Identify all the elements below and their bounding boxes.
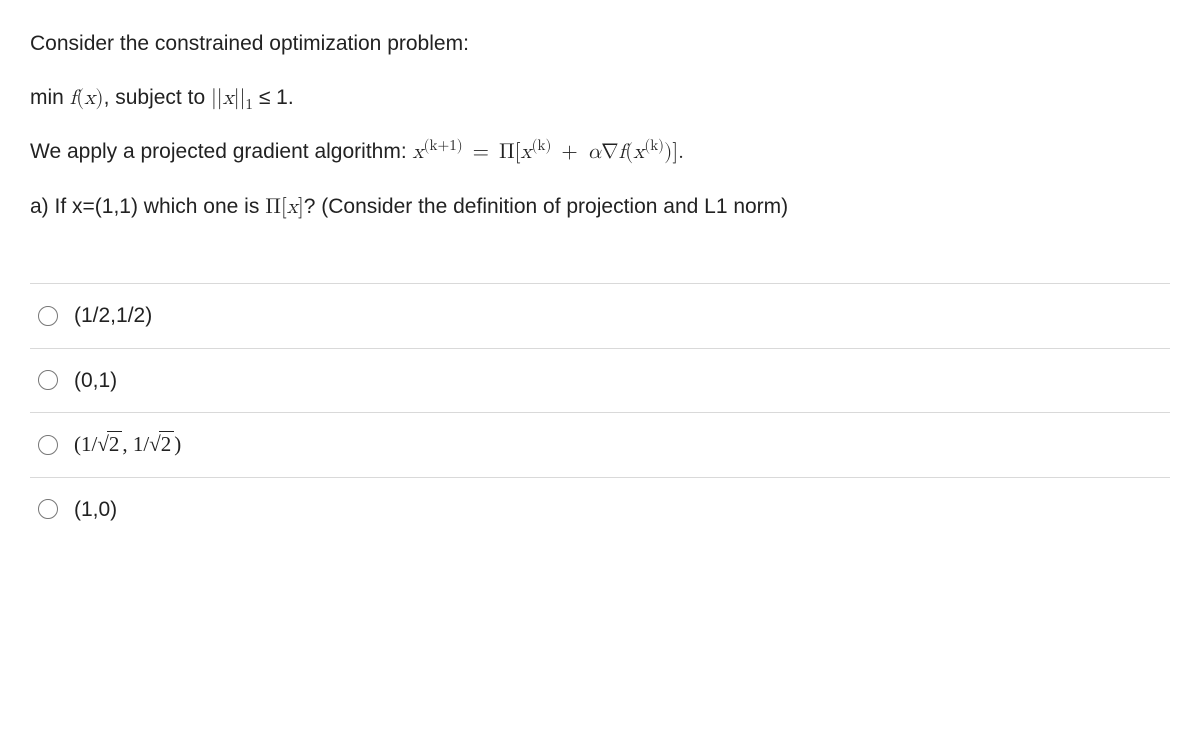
alpha: α [588, 142, 601, 163]
opt3-close: ) [174, 432, 181, 456]
part-a-pre: a) If x=(1,1) which one is [30, 195, 265, 218]
algorithm-line: We apply a projected gradient algorithm:… [30, 136, 1170, 169]
pi-x: Π[x] [265, 197, 304, 218]
option-1[interactable]: (1/2,1/2) [30, 284, 1170, 349]
norm-close: || [234, 88, 246, 109]
xk2-exp: (k) [644, 138, 664, 153]
part-a: a) If x=(1,1) which one is Π[x]? (Consid… [30, 191, 1170, 224]
option-3[interactable]: (1/√2, 1/√2) [30, 413, 1170, 478]
min-text: min [30, 86, 70, 109]
norm-var: x [223, 88, 234, 109]
xk1-base: x [413, 142, 424, 163]
opt3-rad1: 2 [107, 431, 123, 456]
part-a-post: ? (Consider the definition of projection… [304, 195, 788, 218]
sqrt-icon: √2 [149, 429, 174, 461]
option-label: (1,0) [74, 494, 117, 526]
objective-line: min f(x), subject to ||x||1 ≤ 1. [30, 82, 1170, 115]
nabla: ∇ [601, 142, 619, 163]
pi-op: Π [499, 142, 515, 163]
option-2[interactable]: (0,1) [30, 349, 1170, 414]
option-4[interactable]: (1,0) [30, 478, 1170, 542]
subject-to: , subject to [104, 86, 211, 109]
obj-x: x [84, 88, 95, 109]
radio-icon[interactable] [38, 306, 58, 326]
part-a-pi: Π [265, 197, 281, 218]
option-label: (1/√2, 1/√2) [74, 429, 181, 461]
opt3-mid: , 1/ [122, 432, 149, 456]
rpar: ) [664, 142, 672, 163]
obj-rpar: ) [95, 88, 103, 109]
leq-1: ≤ 1. [253, 86, 294, 109]
opt3-open: (1/ [74, 432, 97, 456]
eq-sign: = [463, 142, 499, 163]
algo-prefix: We apply a projected gradient algorithm: [30, 140, 413, 163]
part-a-x: x [287, 197, 298, 218]
plus-sign: + [551, 142, 587, 163]
options-list: (1/2,1/2) (0,1) (1/√2, 1/√2) (1,0) [30, 283, 1170, 541]
norm-open: || [211, 88, 223, 109]
option-label: (0,1) [74, 365, 117, 397]
xk-exp: (k) [532, 138, 552, 153]
radio-icon[interactable] [38, 499, 58, 519]
option-label: (1/2,1/2) [74, 300, 152, 332]
xk2-base: x [633, 142, 644, 163]
update-rule: x(k+1) = Π[x(k) + α∇f(x(k))]. [413, 142, 684, 163]
norm-expr: ||x||1 [211, 88, 253, 109]
lpar: ( [625, 142, 633, 163]
opt3-rad2: 2 [159, 431, 175, 456]
f-of-x: f(x) [70, 88, 104, 109]
xk1-exp: (k+1) [424, 138, 463, 153]
norm-sub: 1 [245, 97, 253, 112]
xk-base: x [521, 142, 532, 163]
period: . [678, 142, 684, 163]
radio-icon[interactable] [38, 435, 58, 455]
sqrt-icon: √2 [97, 429, 122, 461]
radio-icon[interactable] [38, 370, 58, 390]
question-intro: Consider the constrained optimization pr… [30, 28, 1170, 60]
